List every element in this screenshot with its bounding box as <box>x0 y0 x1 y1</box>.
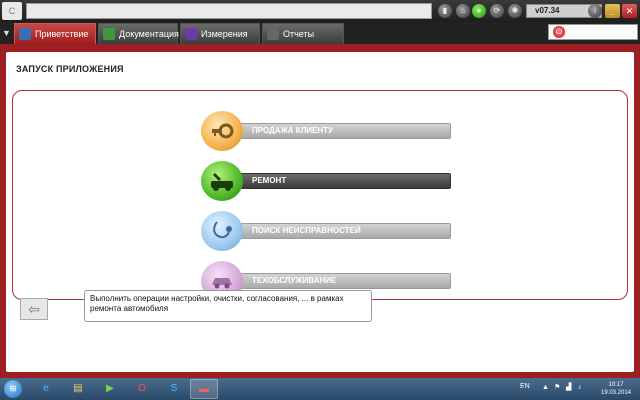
key-icon <box>201 111 243 151</box>
clock-time: 10:17 <box>608 382 624 388</box>
content-panel: ЗАПУСК ПРИЛОЖЕНИЯ ПРОДАЖА КЛИЕНТУ РЕМОНТ <box>6 52 634 372</box>
clock[interactable]: 10:17 19.03.2014 <box>598 381 634 397</box>
description-tooltip: Выполнить операции настройки, очистки, с… <box>84 290 372 322</box>
tray-arrow-icon[interactable]: ▲ <box>542 384 550 392</box>
version-info-icon[interactable]: i <box>588 4 602 18</box>
menu-item-repair[interactable]: РЕМОНТ <box>201 161 451 201</box>
battery-icon[interactable]: ▮ <box>438 4 452 18</box>
windows-taskbar: ⊞ e ▤ ▶ O S ▬ EN ▲ ⚑ ▟ ♪ 10:17 19.03.201… <box>0 378 640 400</box>
minimize-button[interactable]: _ <box>605 4 620 18</box>
folder-icon[interactable]: ▤ <box>64 379 92 399</box>
wave-icon <box>185 28 197 40</box>
network-icon[interactable]: ▟ <box>566 384 574 392</box>
settings-icon[interactable]: ✱ <box>508 4 522 18</box>
stethoscope-glyph <box>213 221 232 239</box>
title-field <box>26 3 432 19</box>
search-field[interactable]: ⏻ <box>548 24 638 40</box>
home-icon[interactable]: ⌂ <box>456 4 470 18</box>
home-globe-icon <box>19 28 31 40</box>
volume-icon[interactable]: ♪ <box>578 384 586 392</box>
menu-item-diagnostics[interactable]: ПОИСК НЕИСПРАВНОСТЕЙ <box>201 211 451 251</box>
language-indicator[interactable]: EN <box>520 383 530 390</box>
wrench-icon <box>201 161 243 201</box>
page-title: ЗАПУСК ПРИЛОЖЕНИЯ <box>16 64 124 74</box>
menu-item-label: ТЕХОБСЛУЖИВАНИЕ <box>221 273 451 289</box>
tab-welcome[interactable]: Приветствие <box>14 23 96 44</box>
tab-bar: ▼ Приветствие Документация Измерения Отч… <box>0 22 640 44</box>
menu-item-label: РЕМОНТ <box>221 173 451 189</box>
wrench-glyph <box>211 173 233 191</box>
tab-reports[interactable]: Отчеты <box>262 23 344 44</box>
start-button[interactable]: ⊞ <box>4 380 22 398</box>
media-player-icon[interactable]: ▶ <box>96 379 124 399</box>
tab-label: Приветствие <box>35 29 89 39</box>
book-icon <box>103 28 115 40</box>
tab-measurements[interactable]: Измерения <box>180 23 260 44</box>
flag-icon[interactable]: ⚑ <box>554 384 562 392</box>
arrow-left-icon: ⇦ <box>28 301 40 317</box>
key-glyph <box>212 123 234 139</box>
opera-icon[interactable]: O <box>128 379 156 399</box>
tab-documentation[interactable]: Документация <box>98 23 179 44</box>
app-logo: C <box>2 2 22 20</box>
report-icon <box>267 28 279 40</box>
diagbox-app-icon[interactable]: ▬ <box>190 379 218 399</box>
menu-item-sale[interactable]: ПРОДАЖА КЛИЕНТУ <box>201 111 451 151</box>
menu-frame: ПРОДАЖА КЛИЕНТУ РЕМОНТ ПОИСК НЕИСПРАВНОС… <box>12 90 628 301</box>
connection-status-icon[interactable]: ● <box>472 4 486 18</box>
menu-item-label: ПРОДАЖА КЛИЕНТУ <box>221 123 451 139</box>
tab-label: Отчеты <box>283 29 315 39</box>
skype-icon[interactable]: S <box>160 379 188 399</box>
sync-icon[interactable]: ⟳ <box>490 4 504 18</box>
top-system-bar: C ▮ ⌂ ● ⟳ ✱ v07.34 i _ ✕ <box>0 0 640 22</box>
status-text: Tree_loadingpolux.s : 26_00 <box>16 322 98 329</box>
close-button[interactable]: ✕ <box>622 4 637 18</box>
chevron-down-icon[interactable]: ▼ <box>2 26 12 40</box>
back-button[interactable]: ⇦ <box>20 298 48 320</box>
internet-explorer-icon[interactable]: e <box>32 379 60 399</box>
power-icon[interactable]: ⏻ <box>553 26 565 38</box>
clock-date: 19.03.2014 <box>600 390 632 396</box>
menu-item-label: ПОИСК НЕИСПРАВНОСТЕЙ <box>221 223 451 239</box>
tab-label: Измерения <box>201 29 248 39</box>
stethoscope-icon <box>201 211 243 251</box>
tab-label: Документация <box>119 29 179 39</box>
